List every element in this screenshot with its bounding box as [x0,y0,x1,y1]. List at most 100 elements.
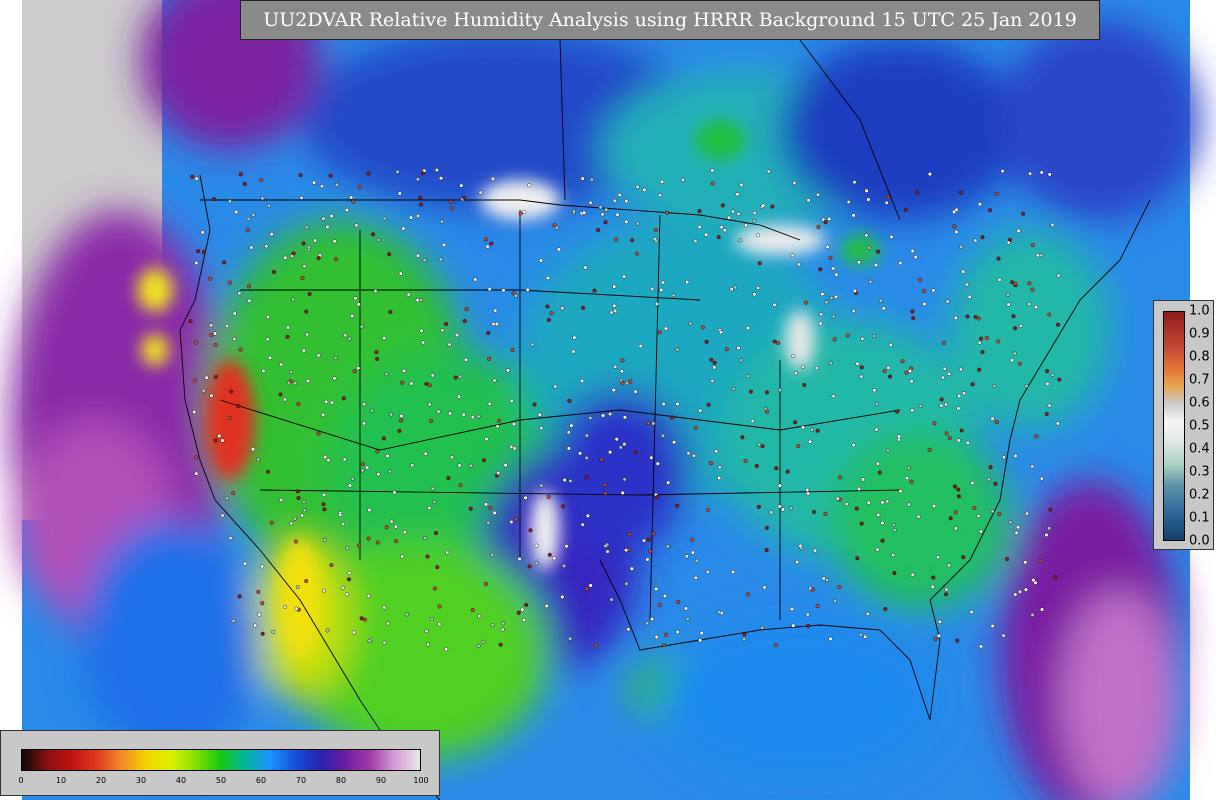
observation-marker [825,578,830,583]
observation-marker [490,623,495,628]
observation-marker [594,643,599,648]
observation-marker [979,336,984,341]
observation-marker [505,368,510,373]
observation-marker [1008,520,1013,525]
observation-marker [760,444,765,449]
observation-marker [325,628,330,633]
observation-marker [397,191,402,196]
observation-marker [269,520,274,525]
humidity-colorbar-tick: 100 [413,776,429,785]
observation-marker [584,433,589,438]
observation-marker [876,249,881,254]
observation-marker [307,245,312,250]
observation-marker [945,299,950,304]
observation-marker [430,373,435,378]
observation-colorbar-tick: 0.9 [1189,326,1210,342]
observation-marker [470,415,475,420]
observation-marker [642,187,647,192]
observation-marker [806,198,811,203]
observation-marker [584,475,589,480]
observation-marker [511,422,516,427]
observation-marker [260,196,265,201]
observation-marker [952,484,957,489]
observation-marker [860,336,865,341]
observation-marker [1039,253,1044,258]
observation-marker [1030,287,1035,292]
observation-marker [633,450,638,455]
observation-marker [612,198,617,203]
observation-marker [867,245,872,250]
observation-marker [397,428,402,433]
observation-marker [1010,358,1015,363]
observation-marker [539,483,544,488]
observation-marker [491,322,496,327]
observation-marker [333,356,338,361]
observation-marker [953,315,958,320]
observation-marker [566,430,571,435]
observation-marker [650,617,655,622]
observation-marker [941,375,946,380]
observation-marker [296,496,301,501]
observation-marker [236,404,241,409]
observation-marker [942,366,947,371]
observation-marker [291,251,296,256]
observation-marker [889,234,894,239]
observation-marker [947,436,952,441]
observation-marker [1016,228,1021,233]
observation-marker [190,174,195,179]
observation-marker [503,463,508,468]
observation-marker [1044,411,1049,416]
observation-marker [194,176,199,181]
observation-marker [440,328,445,333]
observation-marker [348,483,353,488]
observation-marker [818,267,823,272]
observation-marker [664,632,669,637]
observation-marker [1001,633,1006,638]
observation-colorbar-strip [1163,311,1185,541]
observation-marker [419,202,424,207]
observation-marker [712,360,717,365]
observation-marker [746,374,751,379]
observation-marker [958,367,963,372]
observation-marker [243,561,248,566]
observation-marker [509,398,514,403]
observation-marker [777,388,782,393]
observation-marker [816,224,821,229]
observation-marker [615,212,620,217]
observation-marker [801,364,806,369]
observation-marker [805,487,810,492]
observation-marker [1016,525,1021,530]
observation-marker [237,594,242,599]
observation-marker [956,494,961,499]
observation-marker [571,349,576,354]
observation-marker [864,233,869,238]
observation-marker [425,554,430,559]
observation-marker [483,581,488,586]
observation-marker [552,556,557,561]
observation-marker [382,216,387,221]
observation-marker [553,384,558,389]
observation-marker [321,502,326,507]
observation-marker [285,334,290,339]
observation-marker [651,421,656,426]
observation-marker [568,478,573,483]
observation-marker [1039,476,1044,481]
observation-marker [831,394,836,399]
observation-marker [859,365,864,370]
observation-marker [762,585,767,590]
observation-marker [810,587,815,592]
observation-marker [238,172,243,177]
observation-marker [824,300,829,305]
observation-marker [861,477,866,482]
observation-marker [271,629,276,634]
observation-marker [527,183,532,188]
observation-marker [289,369,294,374]
observation-marker [655,494,660,499]
observation-marker [619,369,624,374]
observation-marker [712,365,717,370]
observation-marker [874,427,879,432]
observation-marker [1038,558,1043,563]
observation-marker [819,312,824,317]
observation-marker [419,328,424,333]
observation-marker [457,463,462,468]
